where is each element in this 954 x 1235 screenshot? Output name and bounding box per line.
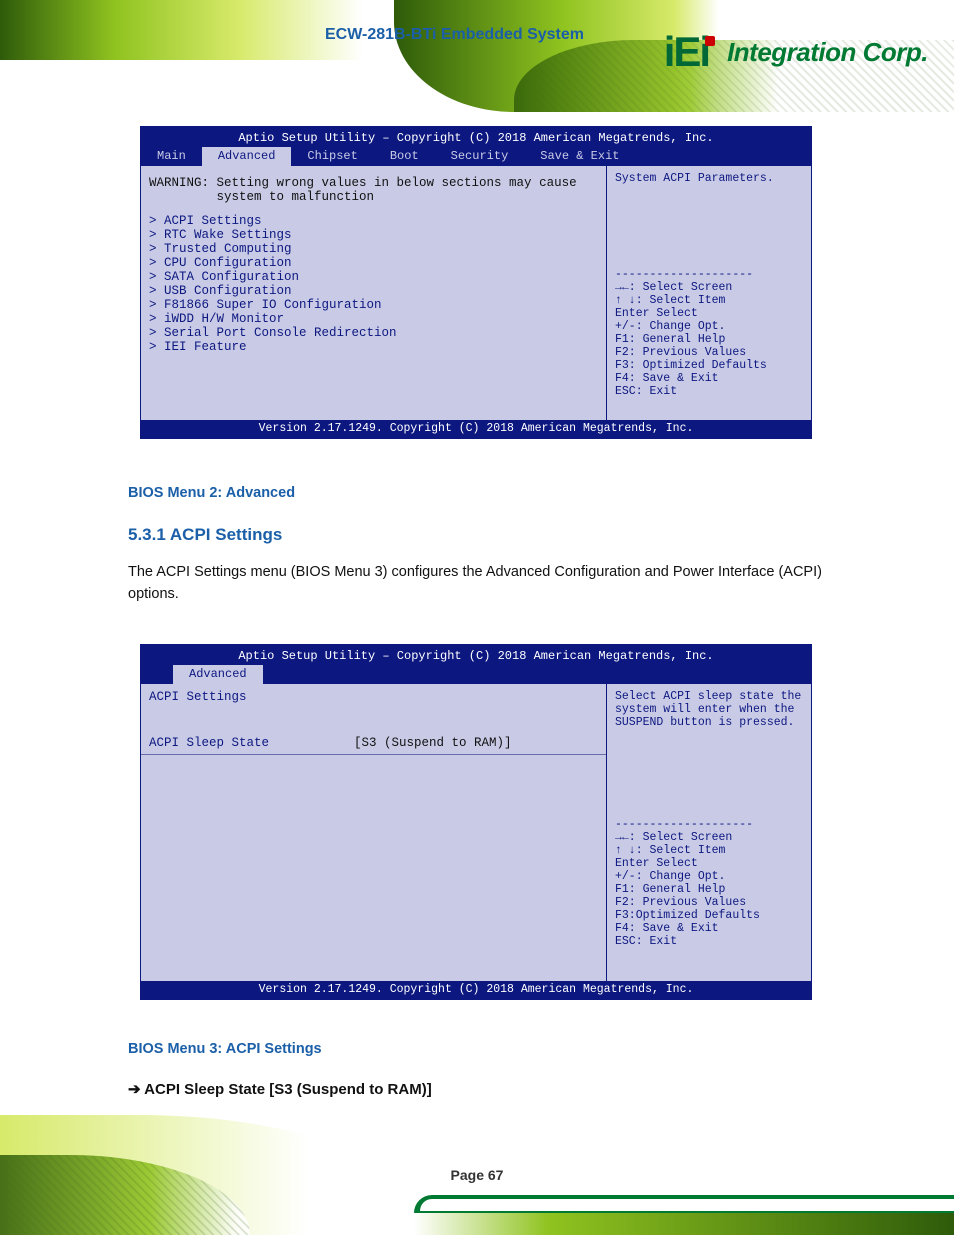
help-line: --------------------	[615, 268, 803, 281]
menu-item[interactable]: > ACPI Settings	[149, 214, 598, 228]
help-line: Enter Select	[615, 857, 803, 870]
menu-item[interactable]: > Trusted Computing	[149, 242, 598, 256]
tab-advanced[interactable]: Advanced	[173, 665, 263, 684]
help-line: ESC: Exit	[615, 385, 803, 398]
menu-item[interactable]: > USB Configuration	[149, 284, 598, 298]
setting-value: [S3 (Suspend to RAM)]	[354, 736, 512, 750]
help-line: F3: Optimized Defaults	[615, 359, 803, 372]
help-line: F2: Previous Values	[615, 346, 803, 359]
warning-text-2: system to malfunction	[149, 190, 598, 204]
help-line: F2: Previous Values	[615, 896, 803, 909]
brand-logo: iEi Integration Corp.	[664, 28, 928, 76]
bios-menu-advanced: Aptio Setup Utility – Copyright (C) 2018…	[140, 126, 812, 439]
bios-titlebar: Aptio Setup Utility – Copyright (C) 2018…	[141, 127, 811, 147]
bios-body: WARNING: Setting wrong values in below s…	[141, 166, 811, 420]
menu-item[interactable]: > F81866 Super IO Configuration	[149, 298, 598, 312]
body-paragraph: The ACPI Settings menu (BIOS Menu 3) con…	[128, 561, 828, 606]
option-heading: ➔ ACPI Sleep State [S3 (Suspend to RAM)]	[128, 1078, 828, 1101]
menu-item[interactable]: > IEI Feature	[149, 340, 598, 354]
divider	[141, 754, 606, 755]
help-line: --------------------	[615, 818, 803, 831]
section-heading: 5.3.1 ACPI Settings	[128, 522, 828, 548]
help-line: +/-: Change Opt.	[615, 870, 803, 883]
logo-text: Integration Corp.	[727, 37, 928, 68]
warning-text: WARNING: Setting wrong values in below s…	[149, 176, 598, 190]
tab-boot[interactable]: Boot	[374, 147, 435, 166]
figure-caption: BIOS Menu 3: ACPI Settings	[128, 1038, 828, 1060]
bios-left-pane: WARNING: Setting wrong values in below s…	[141, 166, 606, 420]
help-line: Enter Select	[615, 307, 803, 320]
menu-item[interactable]: > Serial Port Console Redirection	[149, 326, 598, 340]
document-title: ECW-281B-BTi Embedded System	[325, 26, 584, 44]
help-description: Select ACPI sleep state the system will …	[615, 690, 803, 818]
bios-help-pane: System ACPI Parameters. ----------------…	[606, 166, 811, 420]
help-line: ↑ ↓: Select Item	[615, 294, 803, 307]
footer-bar	[414, 1213, 954, 1235]
page-text-2: BIOS Menu 3: ACPI Settings ➔ ACPI Sleep …	[128, 1038, 828, 1102]
bios-footer: Version 2.17.1249. Copyright (C) 2018 Am…	[141, 981, 811, 999]
setting-label: ACPI Sleep State	[149, 736, 354, 750]
submenu-header: ACPI Settings	[149, 690, 598, 704]
help-line: →←: Select Screen	[615, 831, 803, 844]
tab-security[interactable]: Security	[435, 147, 525, 166]
help-line: F3:Optimized Defaults	[615, 909, 803, 922]
help-line: F4: Save & Exit	[615, 372, 803, 385]
page-number: Page 67	[451, 1167, 504, 1183]
bios-help-pane: Select ACPI sleep state the system will …	[606, 684, 811, 981]
help-line: F1: General Help	[615, 333, 803, 346]
tab-advanced[interactable]: Advanced	[202, 147, 292, 166]
help-line: ESC: Exit	[615, 935, 803, 948]
menu-item[interactable]: > iWDD H/W Monitor	[149, 312, 598, 326]
help-line: ↑ ↓: Select Item	[615, 844, 803, 857]
setting-row[interactable]: ACPI Sleep State [S3 (Suspend to RAM)]	[149, 736, 598, 750]
help-description: System ACPI Parameters.	[615, 172, 803, 268]
bios-left-pane: ACPI Settings ACPI Sleep State [S3 (Susp…	[141, 684, 606, 981]
bios-menu-acpi: Aptio Setup Utility – Copyright (C) 2018…	[140, 644, 812, 1000]
menu-item[interactable]: > SATA Configuration	[149, 270, 598, 284]
logo-mark: iEi	[664, 28, 719, 76]
help-line: +/-: Change Opt.	[615, 320, 803, 333]
tab-chipset[interactable]: Chipset	[291, 147, 373, 166]
bios-body: ACPI Settings ACPI Sleep State [S3 (Susp…	[141, 684, 811, 981]
help-line: F4: Save & Exit	[615, 922, 803, 935]
bios-tabbar: Main Advanced Chipset Boot Security Save…	[141, 147, 811, 166]
footer-cap-inner	[420, 1199, 954, 1211]
tab-main[interactable]: Main	[141, 147, 202, 166]
help-line: F1: General Help	[615, 883, 803, 896]
menu-item[interactable]: > CPU Configuration	[149, 256, 598, 270]
tab-save-exit[interactable]: Save & Exit	[524, 147, 635, 166]
figure-caption: BIOS Menu 2: Advanced	[128, 482, 828, 504]
logo-dot-icon	[705, 36, 715, 46]
bios-titlebar: Aptio Setup Utility – Copyright (C) 2018…	[141, 645, 811, 665]
help-line: →←: Select Screen	[615, 281, 803, 294]
bios-tabbar: Advanced	[141, 665, 811, 684]
page-text-1: BIOS Menu 2: Advanced 5.3.1 ACPI Setting…	[128, 482, 828, 606]
bios-footer: Version 2.17.1249. Copyright (C) 2018 Am…	[141, 420, 811, 438]
menu-item[interactable]: > RTC Wake Settings	[149, 228, 598, 242]
